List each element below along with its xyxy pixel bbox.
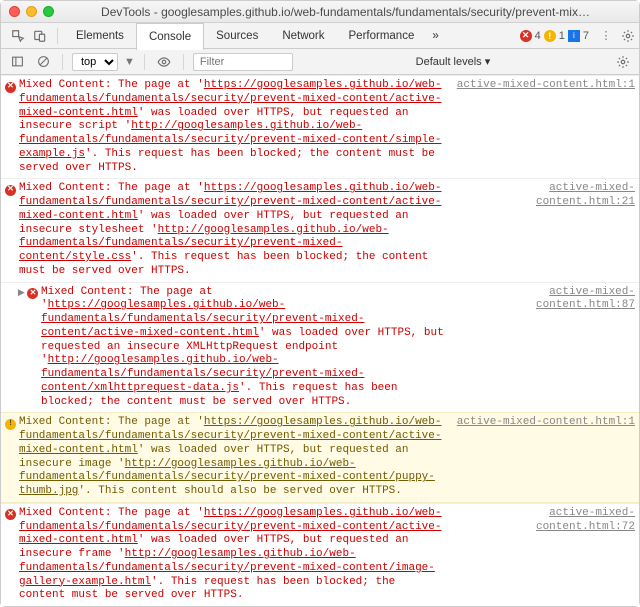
separator xyxy=(144,54,145,70)
url-link[interactable]: http://googlesamples.github.io/web-funda… xyxy=(41,354,364,394)
tab-elements[interactable]: Elements xyxy=(64,23,136,49)
info-icon: i xyxy=(568,30,580,42)
url-link[interactable]: http://googlesamples.github.io/web-funda… xyxy=(19,120,441,160)
window-close-button[interactable] xyxy=(9,6,20,17)
live-expression-icon[interactable]: ▼ xyxy=(124,56,135,68)
devtools-tabs: ElementsConsoleSourcesNetworkPerformance… xyxy=(1,23,639,49)
console-log: ✕Mixed Content: The page at 'https://goo… xyxy=(1,75,639,606)
log-levels-select[interactable]: Default levels ▾ xyxy=(410,53,497,70)
window-minimize-button[interactable] xyxy=(26,6,37,17)
error-icon: ✕ xyxy=(520,30,532,42)
error-icon: ✕ xyxy=(5,79,19,175)
error-icon: ✕ xyxy=(5,182,19,278)
console-toolbar: top ▼ Default levels ▾ xyxy=(1,49,639,75)
console-entry[interactable]: ✕Mixed Content: The page at 'https://goo… xyxy=(1,503,639,606)
url-link[interactable]: https://googlesamples.github.io/web-fund… xyxy=(41,299,364,339)
error-icon: ✕ xyxy=(5,507,19,603)
console-message: Mixed Content: The page at 'https://goog… xyxy=(19,416,445,499)
source-link[interactable]: active-mixed-content.html:21 xyxy=(445,182,635,278)
eye-icon[interactable] xyxy=(154,52,174,72)
console-message: Mixed Content: The page at 'https://goog… xyxy=(19,182,445,278)
warning-icon: ! xyxy=(544,30,556,42)
clear-console-icon[interactable] xyxy=(33,52,53,72)
settings-icon[interactable] xyxy=(617,29,639,43)
device-icon[interactable] xyxy=(29,29,51,43)
tab-console[interactable]: Console xyxy=(136,23,204,50)
filter-input[interactable] xyxy=(193,53,293,71)
tabs-overflow[interactable]: » xyxy=(426,23,444,49)
status-counters[interactable]: ✕4 !1 i7 xyxy=(520,30,595,42)
window-titlebar: DevTools - googlesamples.github.io/web-f… xyxy=(1,1,639,23)
url-link[interactable]: https://googlesamples.github.io/web-fund… xyxy=(19,416,441,456)
tab-sources[interactable]: Sources xyxy=(204,23,270,49)
url-link[interactable]: http://googlesamples.github.io/web-funda… xyxy=(19,224,389,264)
source-link[interactable]: active-mixed-content.html:72 xyxy=(445,507,635,603)
inspect-icon[interactable] xyxy=(7,29,29,43)
source-link[interactable]: active-mixed-content.html:87 xyxy=(445,286,635,410)
warning-icon: ! xyxy=(5,416,19,499)
source-link[interactable]: active-mixed-content.html:1 xyxy=(445,79,635,175)
sidebar-toggle-icon[interactable] xyxy=(7,52,27,72)
tab-performance[interactable]: Performance xyxy=(337,23,427,49)
url-link[interactable]: https://googlesamples.github.io/web-fund… xyxy=(19,507,441,547)
console-message: Mixed Content: The page at 'https://goog… xyxy=(19,507,445,603)
context-select[interactable]: top xyxy=(72,53,118,71)
tab-network[interactable]: Network xyxy=(270,23,336,49)
console-settings-icon[interactable] xyxy=(613,52,633,72)
console-message: Mixed Content: The page at 'https://goog… xyxy=(41,286,445,410)
error-icon: ▶✕ xyxy=(17,286,41,410)
url-link[interactable]: http://googlesamples.github.io/web-funda… xyxy=(19,548,435,588)
url-link[interactable]: http://googlesamples.github.io/web-funda… xyxy=(19,458,435,498)
console-entry[interactable]: !Mixed Content: The page at 'https://goo… xyxy=(1,412,639,503)
separator xyxy=(57,28,58,44)
source-link[interactable]: active-mixed-content.html:1 xyxy=(445,416,635,499)
separator xyxy=(62,54,63,70)
console-entry[interactable]: ▶✕Mixed Content: The page at 'https://go… xyxy=(1,282,639,413)
url-link[interactable]: https://googlesamples.github.io/web-fund… xyxy=(19,182,441,222)
console-entry[interactable]: ✕Mixed Content: The page at 'https://goo… xyxy=(1,178,639,281)
url-link[interactable]: https://googlesamples.github.io/web-fund… xyxy=(19,79,441,119)
window-maximize-button[interactable] xyxy=(43,6,54,17)
console-entry[interactable]: ✕Mixed Content: The page at 'https://goo… xyxy=(1,75,639,178)
menu-icon[interactable]: ⋮ xyxy=(595,29,617,42)
separator xyxy=(183,54,184,70)
window-title: DevTools - googlesamples.github.io/web-f… xyxy=(60,5,631,19)
console-message: Mixed Content: The page at 'https://goog… xyxy=(19,79,445,175)
